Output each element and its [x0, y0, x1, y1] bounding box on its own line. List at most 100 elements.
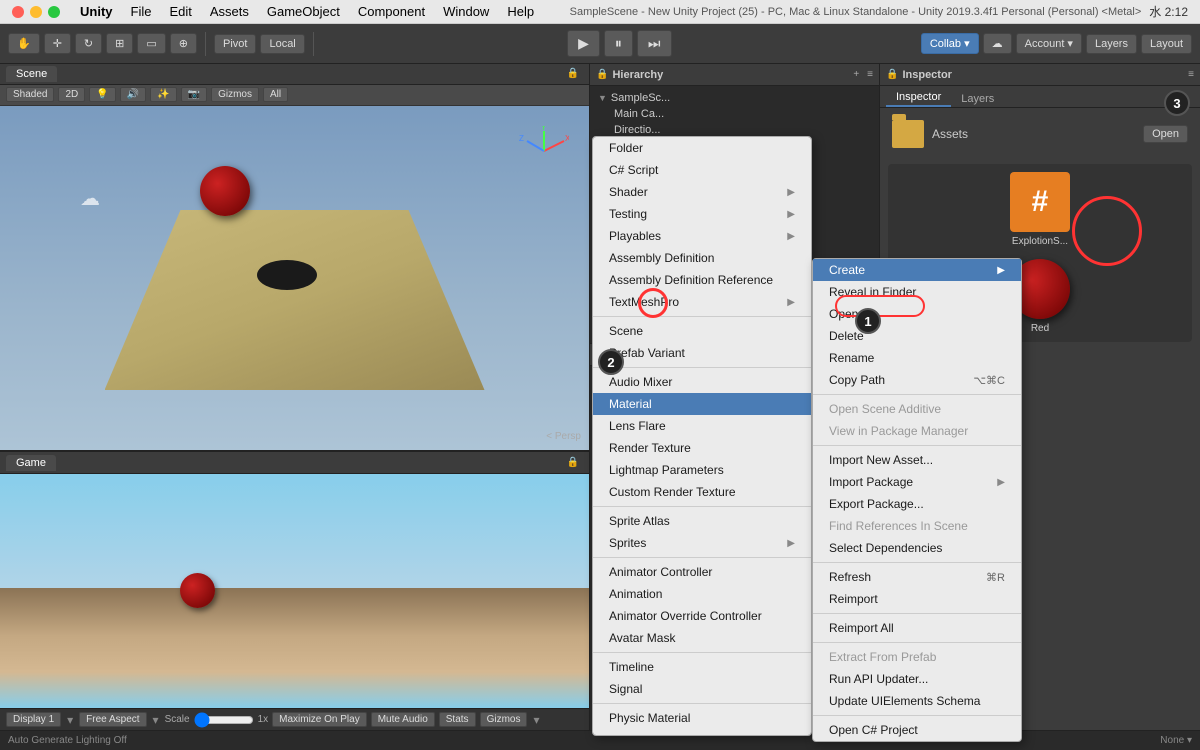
menu-help[interactable]: Help — [499, 4, 542, 19]
ctx-export-package[interactable]: Export Package... — [813, 493, 1021, 515]
ctx-animator-override[interactable]: Animator Override Controller — [593, 605, 811, 627]
create-submenu[interactable]: Folder C# Script Shader ▶ Testing ▶ Play… — [592, 136, 812, 736]
hashtag-asset-preview[interactable]: # ExplotionS... — [896, 172, 1184, 247]
pivot-button[interactable]: Pivot — [214, 34, 256, 54]
ctx-animation[interactable]: Animation — [593, 583, 811, 605]
ctx-scene[interactable]: Scene — [593, 320, 811, 342]
ctx-signal[interactable]: Signal — [593, 678, 811, 700]
gizmos-game-button[interactable]: Gizmos — [480, 712, 528, 727]
hand-tool[interactable]: ✋ — [8, 33, 40, 54]
gizmos-button[interactable]: Gizmos — [211, 87, 259, 102]
ctx-shader[interactable]: Shader ▶ — [593, 181, 811, 203]
ctx-csharp[interactable]: C# Script — [593, 159, 811, 181]
layout-button[interactable]: Layout — [1141, 34, 1192, 54]
ctx-timeline[interactable]: Timeline — [593, 656, 811, 678]
menu-assets[interactable]: Assets — [202, 4, 257, 19]
ctx-prefab-variant[interactable]: Prefab Variant — [593, 342, 811, 364]
ctx-run-api[interactable]: Run API Updater... — [813, 668, 1021, 690]
scale-slider[interactable] — [194, 712, 254, 728]
ctx-create[interactable]: Create ▶ — [813, 259, 1021, 281]
stats-button[interactable]: Stats — [439, 712, 476, 727]
ctx-rename[interactable]: Rename — [813, 347, 1021, 369]
scene-cam-button[interactable]: 📷 — [181, 87, 207, 102]
ctx-import-new[interactable]: Import New Asset... — [813, 449, 1021, 471]
move-tool[interactable]: ✛ — [44, 33, 71, 54]
menu-file[interactable]: File — [123, 4, 160, 19]
cloud-button[interactable]: ☁ — [983, 33, 1012, 54]
menu-window[interactable]: Window — [435, 4, 497, 19]
tab-game[interactable]: Game — [6, 455, 56, 471]
ctx-testing[interactable]: Testing ▶ — [593, 203, 811, 225]
ctx-animator-ctrl[interactable]: Animator Controller — [593, 561, 811, 583]
ctx-reveal-finder[interactable]: Reveal in Finder — [813, 281, 1021, 303]
shaded-button[interactable]: Shaded — [6, 87, 54, 102]
ctx-open[interactable]: Open — [813, 303, 1021, 325]
minimize-button[interactable] — [30, 6, 42, 18]
ctx-import-package[interactable]: Import Package ▶ — [813, 471, 1021, 493]
ctx-reimport-all[interactable]: Reimport All — [813, 617, 1021, 639]
pause-button[interactable]: ⏸ — [604, 30, 633, 57]
ctx-physic-mat[interactable]: Physic Material — [593, 707, 811, 729]
game-lock-icon[interactable]: 🔒 — [563, 456, 583, 469]
maximize-button[interactable]: Maximize On Play — [272, 712, 367, 727]
menu-unity[interactable]: Unity — [72, 4, 121, 19]
tab-inspector[interactable]: Inspector — [886, 89, 951, 107]
rect-tool[interactable]: ▭ — [137, 33, 165, 54]
scene-content[interactable]: ☁ X Y Z < Persp — [0, 106, 589, 450]
ctx-delete[interactable]: Delete — [813, 325, 1021, 347]
scene-sphere[interactable] — [200, 166, 250, 216]
ctx-assembly-def[interactable]: Assembly Definition — [593, 247, 811, 269]
ctx-reimport[interactable]: Reimport — [813, 588, 1021, 610]
ctx-open-csharp[interactable]: Open C# Project — [813, 719, 1021, 741]
ctx-folder[interactable]: Folder — [593, 137, 811, 159]
ctx-update-ui[interactable]: Update UIElements Schema — [813, 690, 1021, 712]
local-button[interactable]: Local — [260, 34, 304, 54]
transform-tool[interactable]: ⊕ — [170, 33, 197, 54]
ctx-physics-2d[interactable]: Physics Material 2D — [593, 729, 811, 736]
play-button[interactable]: ▶ — [567, 30, 600, 57]
display-button[interactable]: Display 1 — [6, 712, 61, 727]
list-item[interactable]: Main Ca... — [590, 106, 879, 122]
none-dropdown[interactable]: None ▾ — [1160, 735, 1192, 746]
audio-button[interactable]: 🔊 — [120, 87, 146, 102]
ctx-refresh[interactable]: Refresh ⌘R — [813, 566, 1021, 588]
hier-add-icon[interactable]: + — [853, 69, 859, 80]
ctx-sprites[interactable]: Sprites ▶ — [593, 532, 811, 554]
collab-button[interactable]: Collab ▾ — [921, 33, 979, 54]
tab-layers[interactable]: Layers — [951, 91, 1004, 107]
mute-button[interactable]: Mute Audio — [371, 712, 435, 727]
layers-button[interactable]: Layers — [1086, 34, 1137, 54]
menu-edit[interactable]: Edit — [161, 4, 199, 19]
light-button[interactable]: 💡 — [89, 87, 115, 102]
game-content[interactable] — [0, 474, 589, 708]
step-button[interactable]: ⏭ — [637, 30, 672, 57]
ctx-select-deps[interactable]: Select Dependencies — [813, 537, 1021, 559]
ctx-textmeshpro[interactable]: TextMeshPro ▶ — [593, 291, 811, 313]
tab-scene[interactable]: Scene — [6, 66, 57, 82]
ctx-playables[interactable]: Playables ▶ — [593, 225, 811, 247]
ctx-lens-flare[interactable]: Lens Flare — [593, 415, 811, 437]
inspector-menu-icon[interactable]: ≡ — [1188, 69, 1194, 80]
hier-menu-icon[interactable]: ≡ — [867, 69, 873, 80]
rotate-tool[interactable]: ↻ — [75, 33, 102, 54]
2d-button[interactable]: 2D — [58, 87, 85, 102]
aspect-button[interactable]: Free Aspect — [79, 712, 146, 727]
all-button[interactable]: All — [263, 87, 288, 102]
lock-icon[interactable]: 🔒 — [563, 67, 583, 80]
open-button[interactable]: Open — [1143, 125, 1188, 143]
ctx-lightmap-params[interactable]: Lightmap Parameters — [593, 459, 811, 481]
ctx-sprite-atlas[interactable]: Sprite Atlas — [593, 510, 811, 532]
close-button[interactable] — [12, 6, 24, 18]
list-item[interactable]: ▼ SampleSc... — [590, 90, 879, 106]
ctx-avatar-mask[interactable]: Avatar Mask — [593, 627, 811, 649]
ctx-material[interactable]: Material — [593, 393, 811, 415]
ctx-audio-mixer[interactable]: Audio Mixer — [593, 371, 811, 393]
assets-context-menu[interactable]: Create ▶ Reveal in Finder Open Delete Re… — [812, 258, 1022, 742]
ctx-custom-render[interactable]: Custom Render Texture — [593, 481, 811, 503]
menu-gameobject[interactable]: GameObject — [259, 4, 348, 19]
maximize-button[interactable] — [48, 6, 60, 18]
menu-component[interactable]: Component — [350, 4, 433, 19]
account-button[interactable]: Account ▾ — [1016, 33, 1082, 54]
ctx-copy-path[interactable]: Copy Path ⌥⌘C — [813, 369, 1021, 391]
ctx-render-texture[interactable]: Render Texture — [593, 437, 811, 459]
